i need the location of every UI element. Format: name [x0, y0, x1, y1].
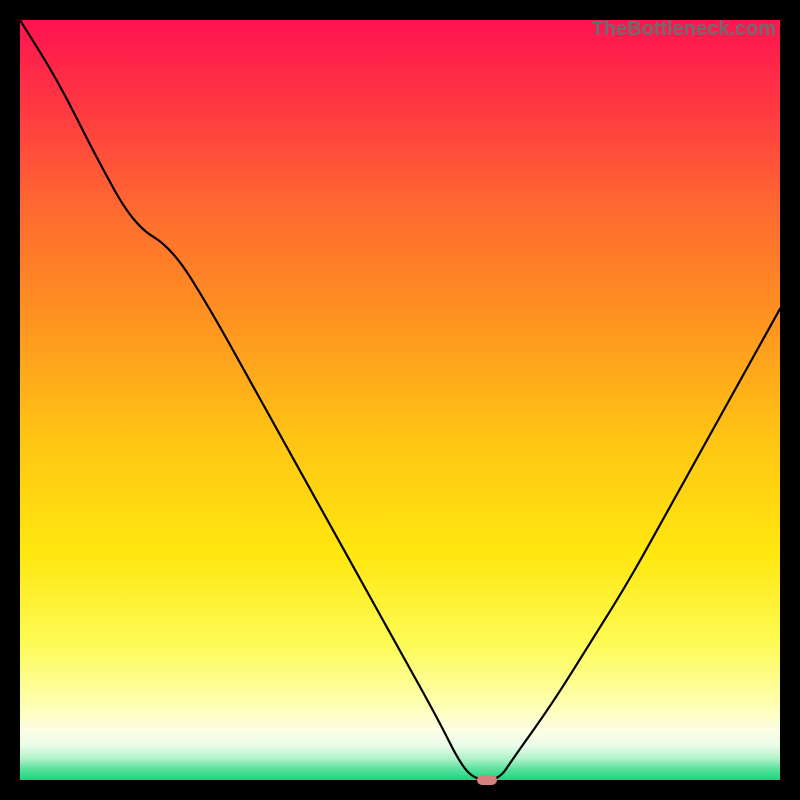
bottleneck-curve: [20, 20, 780, 780]
watermark-text: TheBottleneck.com: [592, 18, 776, 41]
chart-frame: TheBottleneck.com: [20, 20, 780, 780]
optimal-point-marker: [477, 775, 497, 785]
